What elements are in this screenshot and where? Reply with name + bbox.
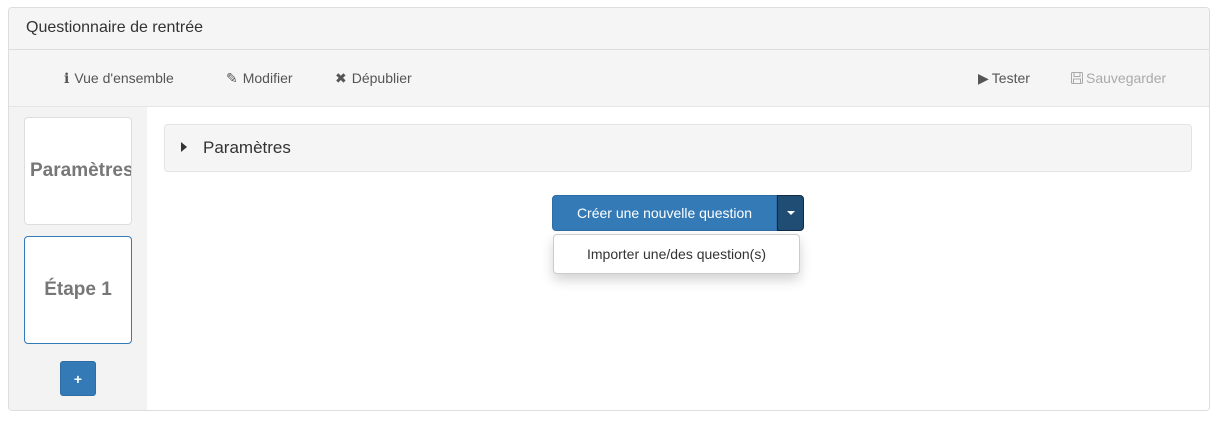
floppy-disk-icon bbox=[1071, 70, 1083, 86]
unpublish-button[interactable]: ✖ Dépublier bbox=[335, 70, 412, 87]
test-button[interactable]: ▶ Tester bbox=[978, 70, 1030, 87]
step-card-label: Paramètres bbox=[30, 160, 132, 181]
create-question-dropdown-menu: Importer une/des question(s) bbox=[553, 234, 800, 274]
pencil-icon: ✎ bbox=[226, 70, 238, 86]
parametres-section-toggle[interactable]: Paramètres bbox=[164, 124, 1192, 172]
caret-down-icon bbox=[786, 211, 795, 215]
edit-label: Modifier bbox=[242, 70, 293, 86]
unpublish-label: Dépublier bbox=[351, 70, 412, 86]
close-icon: ✖ bbox=[335, 70, 347, 86]
save-button[interactable]: Sauvegarder bbox=[1071, 70, 1166, 86]
overview-label: Vue d'ensemble bbox=[74, 70, 174, 86]
test-label: Tester bbox=[991, 70, 1030, 86]
import-questions-menu-item[interactable]: Importer une/des question(s) bbox=[554, 235, 799, 273]
edit-button[interactable]: ✎ Modifier bbox=[226, 70, 293, 87]
step-card-label: Étape 1 bbox=[44, 279, 112, 300]
create-question-dropdown-toggle[interactable] bbox=[777, 195, 804, 231]
play-icon: ▶ bbox=[978, 70, 989, 86]
step-card-etape-1[interactable]: Étape 1 bbox=[24, 236, 132, 344]
toolbar: i Vue d'ensemble ✎ Modifier ✖ Dépublier ▶ Te… bbox=[9, 50, 1209, 107]
editor-body: Paramètres Étape 1 + Paramètres Créer un… bbox=[9, 107, 1209, 410]
create-question-button[interactable]: Créer une nouvelle question bbox=[552, 195, 777, 231]
add-step-button[interactable]: + bbox=[60, 361, 96, 396]
questionnaire-panel: Questionnaire de rentrée i Vue d'ensemble… bbox=[8, 7, 1210, 411]
steps-sidebar: Paramètres Étape 1 + bbox=[9, 107, 147, 410]
step-card-parametres[interactable]: Paramètres bbox=[24, 117, 132, 225]
save-label: Sauvegarder bbox=[1086, 70, 1167, 86]
panel-header: Questionnaire de rentrée bbox=[9, 8, 1209, 50]
overview-button[interactable]: i Vue d'ensemble bbox=[64, 70, 174, 87]
info-icon: i bbox=[64, 71, 70, 87]
caret-right-icon bbox=[181, 142, 187, 152]
panel-title: Questionnaire de rentrée bbox=[26, 19, 203, 36]
main-content: Paramètres Créer une nouvelle question I… bbox=[147, 107, 1209, 410]
parametres-section-label: Paramètres bbox=[203, 138, 291, 157]
